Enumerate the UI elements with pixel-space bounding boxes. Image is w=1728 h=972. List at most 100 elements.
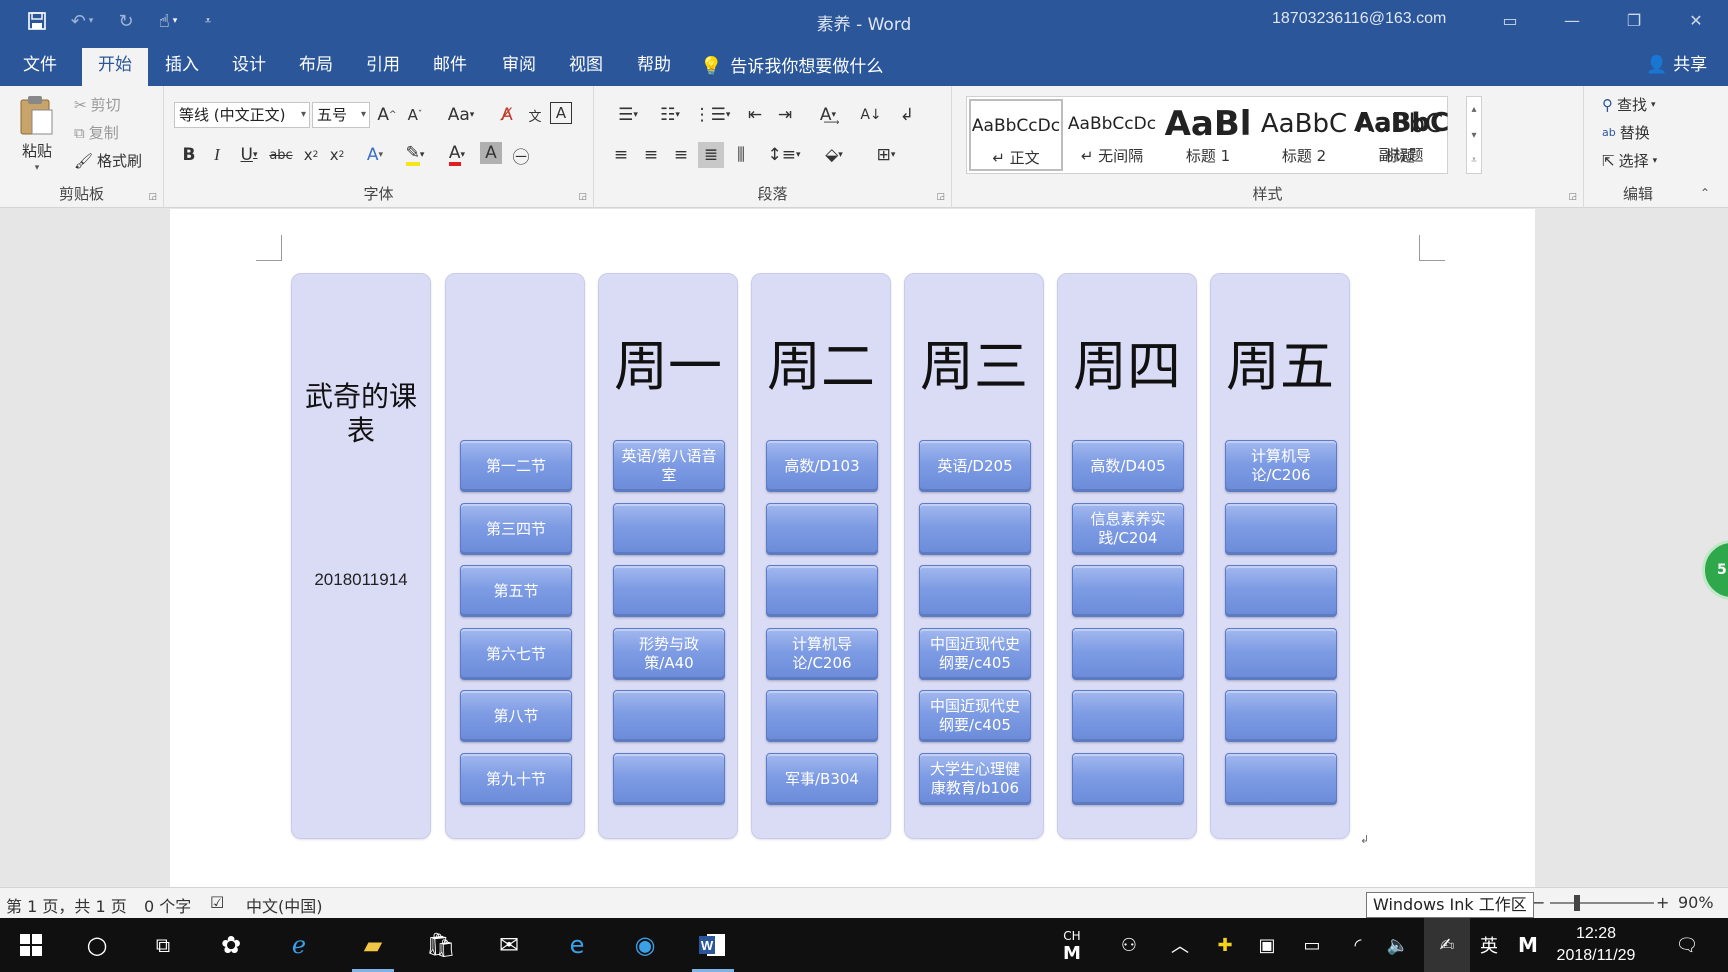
tab-layout[interactable]: 布局: [286, 48, 346, 86]
ribbon-display-options-icon[interactable]: ▭: [1492, 8, 1528, 34]
restore-icon[interactable]: ❐: [1616, 8, 1652, 34]
tab-references[interactable]: 引用: [353, 48, 413, 86]
volume-muted-icon[interactable]: 🔈: [1384, 918, 1412, 972]
italic-icon[interactable]: I: [204, 142, 230, 168]
page-count[interactable]: 第 1 页，共 1 页: [6, 893, 127, 917]
style-heading-2[interactable]: AaBbC 标题 2: [1257, 99, 1351, 171]
cut-button[interactable]: ✂ 剪切: [74, 94, 121, 115]
numbering-icon[interactable]: ☷ ▾: [650, 102, 690, 128]
underline-icon[interactable]: U ▾: [232, 142, 266, 168]
windows-ink-icon[interactable]: ✍: [1424, 918, 1470, 972]
task-view-icon[interactable]: ⧉: [140, 925, 186, 965]
phonetic-guide-icon[interactable]: 文: [522, 102, 548, 128]
share-button[interactable]: 👤 共享: [1646, 50, 1707, 80]
distributed-icon[interactable]: ⫼: [728, 142, 754, 168]
character-shading-icon[interactable]: A: [480, 142, 502, 164]
line-spacing-icon[interactable]: ↕≡ ▾: [764, 142, 804, 168]
file-explorer-icon[interactable]: ▰: [350, 925, 396, 972]
style-subtitle[interactable]: AaBbC 副标题: [1354, 98, 1448, 170]
font-size-select[interactable]: 五号 ▾: [312, 102, 370, 128]
enclose-characters-icon[interactable]: ㊀: [508, 142, 534, 168]
collapse-ribbon-icon[interactable]: ⌃: [1700, 186, 1710, 200]
text-direction-icon[interactable]: A͢ ▾: [808, 102, 848, 128]
style-no-spacing[interactable]: AaBbCcDc ↵ 无间隔: [1065, 99, 1159, 171]
qq-browser-icon[interactable]: ◉: [622, 925, 668, 965]
zoom-slider-thumb[interactable]: [1574, 895, 1580, 911]
tell-me-search[interactable]: 💡 告诉我你想要做什么: [700, 48, 890, 86]
edge-icon[interactable]: e: [554, 925, 600, 965]
character-border-icon[interactable]: A: [550, 102, 572, 124]
superscript-icon[interactable]: x2: [324, 142, 350, 168]
pinned-app-icon[interactable]: ✿: [208, 925, 254, 965]
subscript-icon[interactable]: x2: [298, 142, 324, 168]
style-heading-1[interactable]: AaBl 标题 1: [1161, 99, 1255, 171]
clock[interactable]: 12:28 2018/11/29: [1546, 923, 1646, 967]
tab-help[interactable]: 帮助: [624, 48, 684, 86]
shrink-font-icon[interactable]: Aˇ: [402, 102, 428, 128]
multilevel-list-icon[interactable]: ⋮☰ ▾: [692, 102, 732, 128]
increase-indent-icon[interactable]: ⇥: [772, 102, 798, 128]
find-button[interactable]: ⚲ 查找 ▾: [1602, 94, 1656, 115]
chevron-up-icon[interactable]: ▴: [1467, 97, 1481, 123]
dialog-launcher-icon[interactable]: ◲: [1568, 192, 1577, 202]
shading-icon[interactable]: ⬙ ▾: [814, 142, 854, 168]
close-icon[interactable]: ✕: [1678, 8, 1714, 34]
tab-design[interactable]: 设计: [219, 48, 279, 86]
tab-mailings[interactable]: 邮件: [420, 48, 480, 86]
borders-icon[interactable]: ⊞ ▾: [866, 142, 906, 168]
input-language[interactable]: 英: [1476, 918, 1502, 972]
dialog-launcher-icon[interactable]: ◲: [578, 192, 587, 202]
tray-app-icon[interactable]: ✚: [1212, 918, 1238, 972]
cortana-icon[interactable]: ○: [74, 925, 120, 965]
tab-insert[interactable]: 插入: [152, 48, 212, 86]
ime-indicator[interactable]: CH M: [1060, 918, 1084, 972]
bold-icon[interactable]: B: [176, 142, 202, 168]
styles-scroll[interactable]: ▴ ▾ ⩡: [1466, 96, 1482, 174]
more-styles-icon[interactable]: ⩡: [1467, 149, 1481, 173]
paste-button[interactable]: 粘贴 ▾: [18, 94, 56, 173]
battery-icon[interactable]: ▭: [1298, 918, 1326, 972]
floating-badge[interactable]: 51: [1702, 540, 1728, 600]
font-name-select[interactable]: 等线 (中文正文) ▾: [174, 102, 310, 128]
minimize-icon[interactable]: —: [1554, 8, 1590, 34]
network-device-icon[interactable]: ▣: [1254, 918, 1280, 972]
word-count[interactable]: 0 个字: [144, 893, 191, 917]
store-icon[interactable]: 🛍: [418, 925, 464, 965]
internet-explorer-icon[interactable]: ℯ: [276, 925, 322, 965]
tab-view[interactable]: 视图: [556, 48, 616, 86]
dialog-launcher-icon[interactable]: ◲: [148, 192, 157, 202]
select-button[interactable]: ⇱ 选择 ▾: [1602, 150, 1657, 171]
show-marks-icon[interactable]: ↲: [894, 102, 920, 128]
document-page[interactable]: 武奇的课表 2018011914 第一二节 第三四节 第五节 第六七节 第八节 …: [170, 209, 1535, 887]
proofing-icon[interactable]: ☑: [210, 893, 224, 912]
style-normal[interactable]: AaBbCcDc ↵ 正文: [969, 99, 1063, 171]
people-icon[interactable]: ⚇: [1114, 918, 1144, 972]
format-painter-button[interactable]: 🖌 格式刷: [74, 150, 142, 171]
zoom-slider[interactable]: [1550, 902, 1654, 904]
wifi-icon[interactable]: ◜: [1344, 918, 1372, 972]
align-left-icon[interactable]: ≡: [608, 142, 634, 168]
copy-button[interactable]: ⧉ 复制: [74, 122, 119, 143]
align-center-icon[interactable]: ≡: [638, 142, 664, 168]
zoom-level[interactable]: 90%: [1678, 893, 1714, 912]
bullets-icon[interactable]: ☰ ▾: [608, 102, 648, 128]
zoom-in-icon[interactable]: +: [1656, 893, 1669, 912]
justify-icon[interactable]: ≣: [698, 142, 724, 168]
decrease-indent-icon[interactable]: ⇤: [742, 102, 768, 128]
word-app-icon[interactable]: W: [690, 925, 736, 972]
tab-file[interactable]: 文件: [10, 48, 70, 86]
replace-button[interactable]: ab 替换: [1602, 122, 1650, 143]
language-indicator[interactable]: 中文(中国): [246, 893, 323, 917]
mail-icon[interactable]: ✉: [486, 925, 532, 965]
sort-icon[interactable]: A↓: [858, 102, 884, 128]
font-color-icon[interactable]: A ▾: [438, 142, 476, 168]
clear-formatting-icon[interactable]: A̸: [494, 102, 520, 128]
account-email[interactable]: 18703236116@163.com: [1272, 10, 1446, 28]
dialog-launcher-icon[interactable]: ◲: [936, 192, 945, 202]
chevron-up-icon[interactable]: ︿: [1168, 918, 1192, 972]
windows-start-icon[interactable]: [8, 925, 54, 965]
ime-mode-icon[interactable]: M: [1514, 918, 1542, 972]
notifications-icon[interactable]: 🗨: [1670, 918, 1704, 972]
grow-font-icon[interactable]: A ^: [374, 102, 400, 128]
strikethrough-icon[interactable]: abc: [268, 142, 294, 168]
